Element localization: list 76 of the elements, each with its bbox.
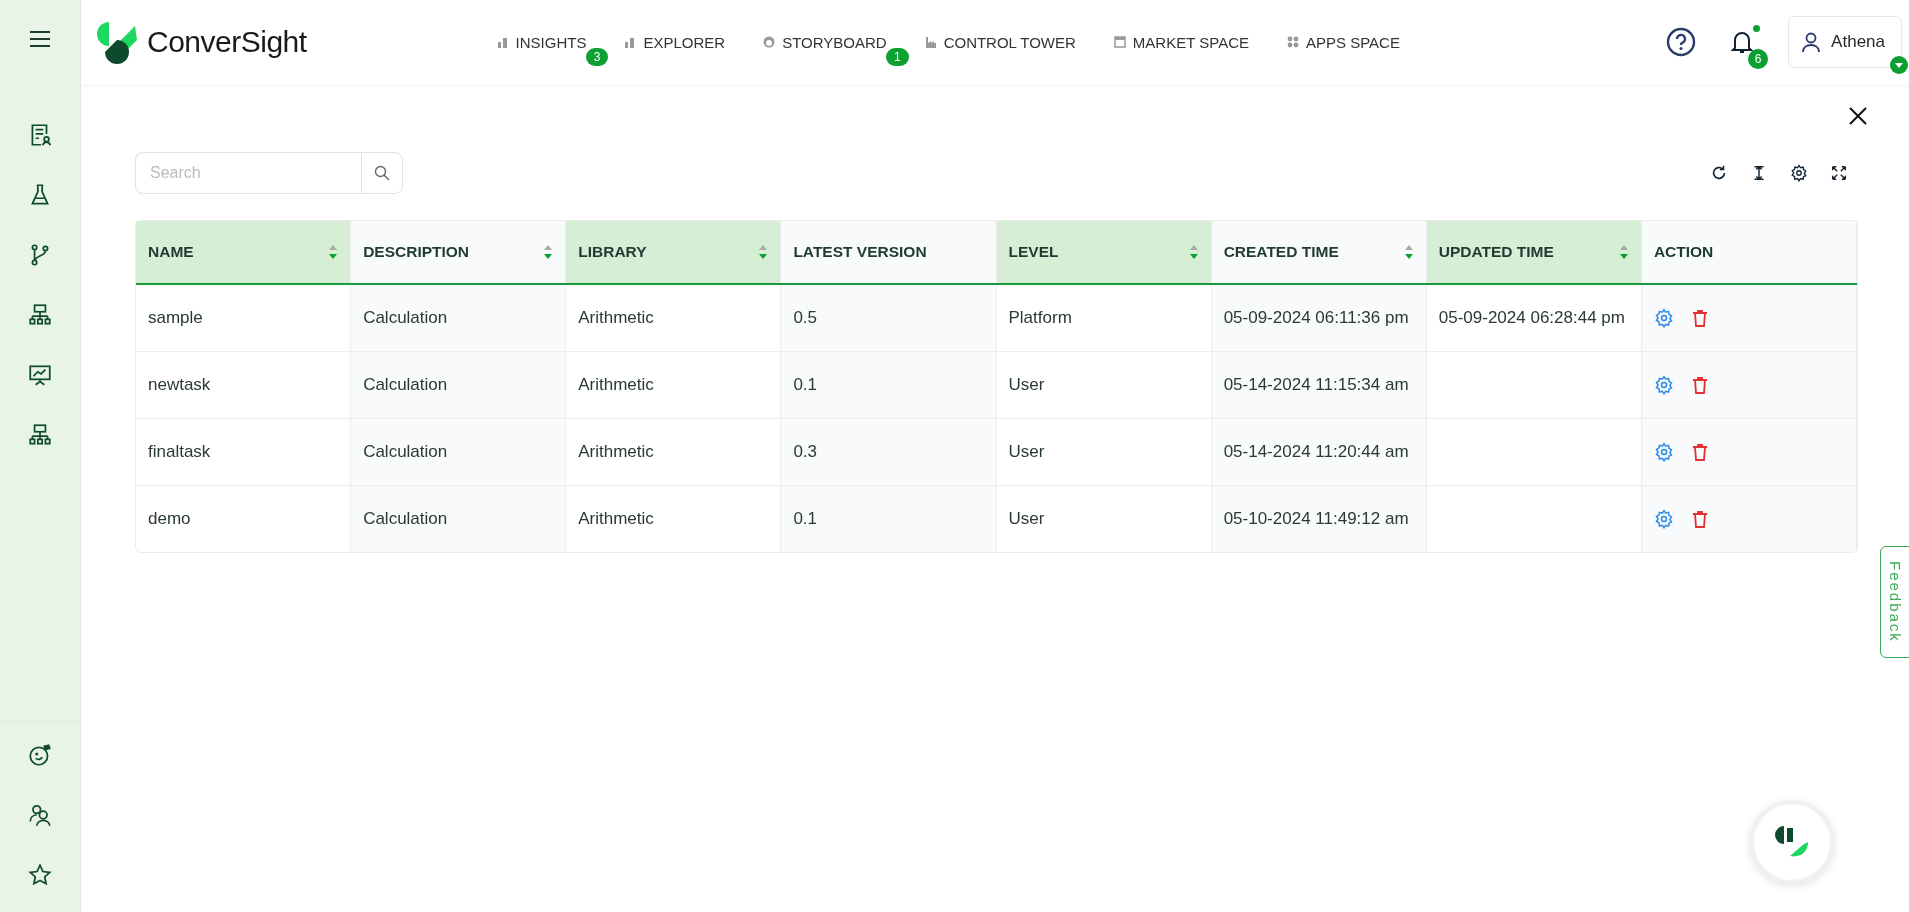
nav-link[interactable]: APPS SPACE	[1287, 33, 1400, 51]
table-cell-text: 0.3	[793, 440, 817, 463]
column-header[interactable]: CREATED TIME	[1211, 221, 1427, 283]
table-cell-text: 0.1	[793, 373, 817, 396]
table-cell-text: finaltask	[148, 440, 211, 463]
table-cell-text: 0.5	[793, 306, 817, 329]
search-field[interactable]: Search	[135, 152, 361, 194]
table-cell-text: Arithmetic	[578, 306, 654, 329]
user-menu-button[interactable]: Athena	[1788, 16, 1902, 68]
refresh-icon[interactable]	[1710, 164, 1728, 182]
column-header[interactable]: NAME	[136, 221, 352, 283]
count-badge: 3	[585, 47, 609, 66]
sort-icon[interactable]	[758, 244, 769, 260]
table-cell-text: Arithmetic	[578, 507, 654, 530]
column-header[interactable]: LIBRARY	[566, 221, 782, 283]
help-icon[interactable]	[1666, 27, 1697, 57]
search-icon	[374, 165, 390, 181]
table-cell-text: newtask	[148, 373, 211, 396]
column-header[interactable]: UPDATED TIME	[1426, 221, 1642, 283]
bell-icon[interactable]	[1730, 29, 1755, 55]
count-badge: 6	[1748, 49, 1769, 69]
sort-icon[interactable]	[543, 244, 554, 260]
search-button[interactable]	[361, 152, 403, 194]
bar-chart-icon	[496, 36, 509, 48]
table-cell-text: 05-14-2024 11:15:34 am	[1223, 373, 1409, 396]
table-cell-text: 05-14-2024 11:20:44 am	[1223, 440, 1409, 463]
nav-link[interactable]: EXPLORER	[624, 33, 726, 51]
fullscreen-icon[interactable]	[1830, 164, 1848, 182]
close-icon[interactable]	[1848, 106, 1868, 126]
users-icon[interactable]	[27, 802, 53, 828]
settings-icon[interactable]	[1790, 164, 1808, 182]
column-header[interactable]: LEVEL	[996, 221, 1212, 283]
sort-icon[interactable]	[1403, 244, 1414, 260]
table-cell-text: Calculation	[363, 373, 448, 396]
sort-icon[interactable]	[1188, 244, 1199, 260]
smiley-icon[interactable]	[27, 742, 53, 768]
table-cell-text: 05-09-2024 06:11:36 pm	[1223, 306, 1409, 329]
nav-link[interactable]: CONTROL TOWER	[924, 33, 1076, 51]
nav-link[interactable]: MARKET SPACE	[1113, 33, 1249, 51]
sort-icon[interactable]	[328, 244, 339, 260]
column-header[interactable]: LATEST VERSION	[781, 221, 997, 283]
table-cell-text: User	[1008, 440, 1045, 463]
store-icon	[1113, 36, 1126, 48]
gauge-icon	[763, 36, 776, 48]
table-cell-text: 05-10-2024 11:49:12 am	[1223, 507, 1409, 530]
table-cell-text: User	[1008, 373, 1045, 396]
sort-icon[interactable]	[1618, 244, 1629, 260]
logo-icon	[95, 20, 139, 64]
menu-icon[interactable]	[29, 30, 51, 48]
table-cell-text: sample	[148, 306, 203, 329]
brand-name: ConverSight	[147, 25, 307, 59]
table-cell-text: Arithmetic	[578, 373, 654, 396]
table-cell-text: Calculation	[363, 306, 448, 329]
count-badge: 1	[885, 47, 909, 66]
nav-link[interactable]: INSIGHTS	[496, 33, 587, 51]
table-cell-text: User	[1008, 507, 1045, 530]
dots-icon	[1287, 36, 1299, 48]
chat-button[interactable]	[1750, 800, 1834, 884]
presentation-icon[interactable]	[27, 362, 53, 388]
table-cell-text: 0.1	[793, 507, 817, 530]
factory-icon	[924, 36, 937, 48]
table-cell-text: Calculation	[363, 507, 448, 530]
table-cell-text: Calculation	[363, 440, 448, 463]
table-cell-text: demo	[148, 507, 191, 530]
hierarchy-icon[interactable]	[27, 302, 53, 328]
hierarchy-icon[interactable]	[27, 422, 53, 448]
table-cell-text: 05-09-2024 06:28:44 pm	[1438, 306, 1625, 329]
bar-chart-icon	[624, 36, 637, 48]
column-header[interactable]: ACTION	[1641, 221, 1857, 283]
dropdown-icon[interactable]	[1890, 56, 1908, 74]
user-icon	[1801, 31, 1822, 53]
nav-link[interactable]: STORYBOARD	[763, 33, 887, 51]
column-header[interactable]: DESCRIPTION	[351, 221, 567, 283]
table-cell-text: Arithmetic	[578, 440, 654, 463]
table-cell-text: Platform	[1008, 306, 1072, 329]
star-icon[interactable]	[27, 862, 53, 888]
